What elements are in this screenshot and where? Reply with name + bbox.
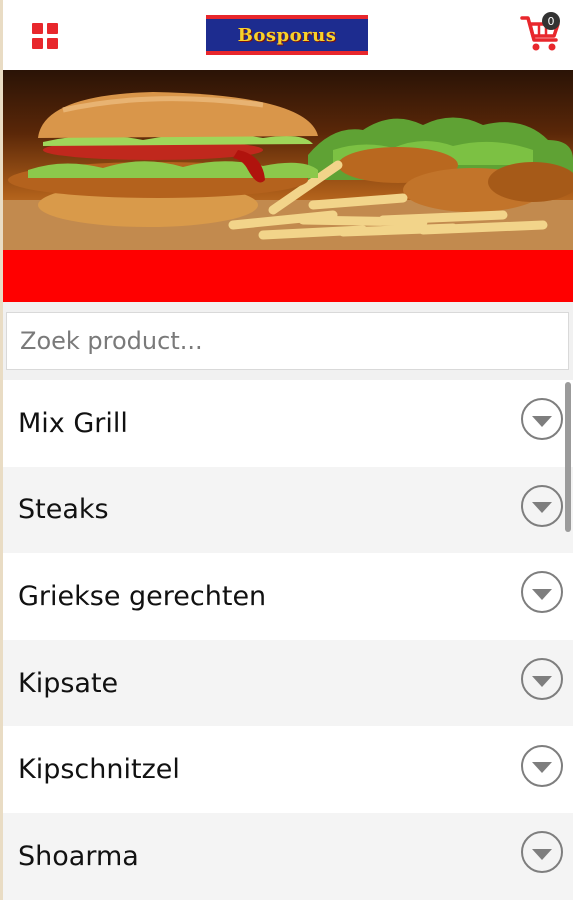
- brand-logo[interactable]: Bosporus: [206, 15, 368, 55]
- logo-text: Bosporus: [237, 24, 337, 46]
- cart-button[interactable]: 0: [520, 12, 562, 54]
- app-header: Bosporus 0: [3, 0, 573, 70]
- chevron-down-icon[interactable]: [521, 571, 563, 614]
- search-input[interactable]: [6, 312, 569, 370]
- burger-fries-image: [3, 92, 573, 250]
- cart-count-badge: 0: [542, 12, 560, 30]
- grid-square-icon: [47, 23, 58, 34]
- grid-square-icon: [47, 38, 58, 49]
- red-banner-bar: [3, 250, 573, 302]
- grid-square-icon: [32, 23, 43, 34]
- chevron-down-icon[interactable]: [521, 398, 563, 441]
- category-item-shoarma[interactable]: Shoarma: [3, 812, 573, 900]
- chevron-down-icon[interactable]: [521, 831, 563, 874]
- category-label: Kipsate: [18, 667, 119, 699]
- category-label: Mix Grill: [18, 407, 128, 439]
- category-label: Griekse gerechten: [18, 580, 267, 612]
- category-item-mix-grill[interactable]: Mix Grill: [3, 380, 573, 467]
- chevron-down-icon[interactable]: [521, 484, 563, 527]
- category-list: Mix Grill Steaks Griekse gerechten Kipsa…: [3, 380, 573, 900]
- chevron-down-icon[interactable]: [521, 658, 563, 701]
- grid-square-icon: [32, 38, 43, 49]
- search-section: [3, 302, 573, 380]
- category-label: Steaks: [18, 494, 109, 526]
- category-item-kipsate[interactable]: Kipsate: [3, 639, 573, 727]
- grid-menu-icon[interactable]: [32, 23, 58, 49]
- category-label: Shoarma: [18, 840, 139, 872]
- scrollbar-thumb[interactable]: [565, 382, 571, 532]
- hero-food-banner: [3, 70, 573, 250]
- category-label: Kipschnitzel: [18, 754, 180, 786]
- category-item-steaks[interactable]: Steaks: [3, 466, 573, 554]
- category-item-griekse-gerechten[interactable]: Griekse gerechten: [3, 553, 573, 640]
- chevron-down-icon[interactable]: [521, 744, 563, 787]
- category-item-kipschnitzel[interactable]: Kipschnitzel: [3, 726, 573, 813]
